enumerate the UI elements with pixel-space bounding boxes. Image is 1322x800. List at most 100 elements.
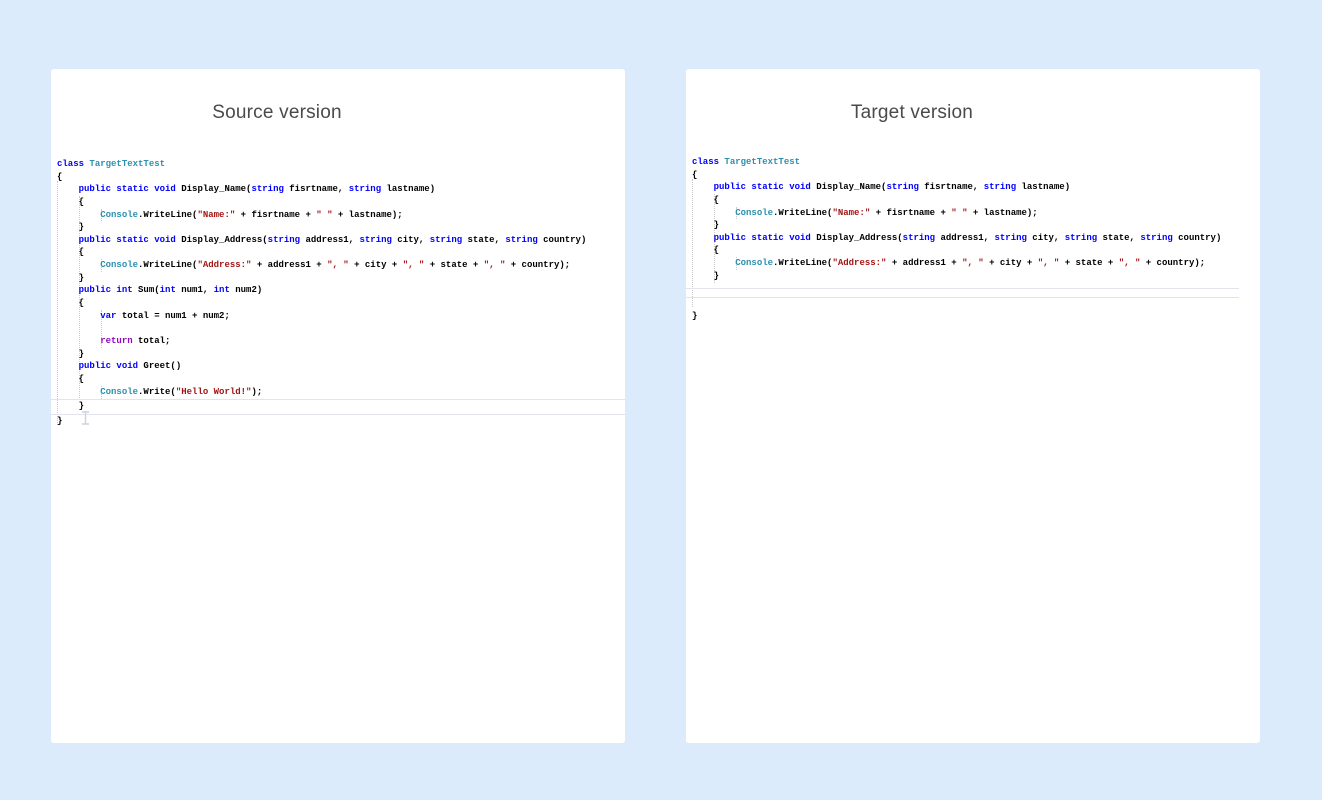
code-token: Console: [100, 210, 138, 220]
code-token: class: [692, 157, 719, 167]
code-token: }: [692, 311, 697, 321]
code-line: }: [692, 219, 1260, 232]
code-token: public: [79, 361, 111, 371]
code-token: {: [692, 170, 697, 180]
code-line: {: [57, 171, 625, 184]
code-token: lastname): [1016, 182, 1070, 192]
code-token: "Hello World!": [176, 387, 252, 397]
code-token: " ": [951, 208, 967, 218]
code-token: [57, 235, 79, 245]
code-token: Sum(: [133, 285, 160, 295]
code-token: static: [116, 235, 148, 245]
code-line: {: [57, 196, 625, 209]
code-token: }: [692, 271, 719, 281]
code-token: void: [154, 235, 176, 245]
code-line: }: [57, 400, 625, 413]
code-token: Console: [100, 260, 138, 270]
code-line: }: [692, 310, 1260, 323]
code-line: public static void Display_Name(string f…: [57, 183, 625, 196]
code-token: + fisrtname +: [235, 210, 316, 220]
code-token: string: [984, 182, 1016, 192]
code-token: Console: [100, 387, 138, 397]
code-token: string: [349, 184, 381, 194]
code-line: [57, 322, 625, 335]
code-token: string: [1065, 233, 1097, 243]
code-token: string: [903, 233, 935, 243]
target-panel-title: Target version: [686, 102, 1138, 124]
code-line: }: [692, 270, 1260, 283]
code-token: {: [692, 245, 719, 255]
code-token: + fisrtname +: [870, 208, 951, 218]
code-token: string: [268, 235, 300, 245]
code-token: num2): [230, 285, 262, 295]
source-code-editor[interactable]: class TargetTextTest{ public static void…: [57, 158, 625, 427]
code-line: class TargetTextTest: [57, 158, 625, 171]
code-token: }: [57, 349, 84, 359]
code-token: city,: [1027, 233, 1065, 243]
code-token: + address1 +: [251, 260, 327, 270]
code-token: string: [251, 184, 283, 194]
code-line: Console.Write("Hello World!");: [57, 386, 625, 399]
code-token: ", ": [962, 258, 984, 268]
code-token: [57, 311, 100, 321]
code-line: public void Greet(): [57, 360, 625, 373]
code-token: int: [160, 285, 176, 295]
code-token: [57, 387, 100, 397]
code-line: public int Sum(int num1, int num2): [57, 284, 625, 297]
diff-gap: [692, 289, 1260, 296]
code-token: fisrtname,: [919, 182, 984, 192]
code-token: + state +: [1059, 258, 1118, 268]
code-line: }: [57, 221, 625, 234]
code-token: }: [57, 273, 84, 283]
code-token: }: [57, 222, 84, 232]
code-token: " ": [316, 210, 332, 220]
text-cursor-icon: [81, 411, 90, 430]
code-token: Display_Address(: [176, 235, 268, 245]
code-token: void: [789, 182, 811, 192]
code-token: static: [751, 182, 783, 192]
code-token: + city +: [349, 260, 403, 270]
code-token: string: [430, 235, 462, 245]
code-line: {: [692, 194, 1260, 207]
code-token: [692, 258, 735, 268]
code-line: }: [57, 415, 625, 428]
target-code-editor[interactable]: class TargetTextTest{ public static void…: [692, 156, 1260, 323]
code-token: public: [79, 184, 111, 194]
code-token: country): [1173, 233, 1222, 243]
code-token: [692, 208, 735, 218]
code-token: country): [538, 235, 587, 245]
code-token: {: [57, 197, 84, 207]
code-token: total = num1 + num2;: [116, 311, 229, 321]
code-token: .WriteLine(: [138, 210, 197, 220]
code-token: int: [214, 285, 230, 295]
code-line: return total;: [57, 335, 625, 348]
source-panel-title: Source version: [51, 102, 503, 124]
code-token: "Address:": [197, 260, 251, 270]
code-token: string: [886, 182, 918, 192]
code-token: }: [692, 220, 719, 230]
code-line: Console.WriteLine("Name:" + fisrtname + …: [692, 207, 1260, 220]
code-token: [57, 184, 79, 194]
code-token: [57, 285, 79, 295]
code-token: void: [154, 184, 176, 194]
code-token: string: [1140, 233, 1172, 243]
code-token: public: [714, 182, 746, 192]
code-token: }: [57, 401, 84, 411]
code-token: var: [100, 311, 116, 321]
code-line: public static void Display_Address(strin…: [57, 234, 625, 247]
code-token: "Address:": [832, 258, 886, 268]
code-line: {: [57, 373, 625, 386]
code-token: public: [714, 233, 746, 243]
code-token: {: [57, 374, 84, 384]
code-token: Console: [735, 208, 773, 218]
code-token: .Write(: [138, 387, 176, 397]
code-token: [57, 260, 100, 270]
code-token: Display_Address(: [811, 233, 903, 243]
code-token: total;: [133, 336, 171, 346]
code-token: address1,: [935, 233, 994, 243]
diff-gap: [692, 298, 1260, 310]
code-line: }: [57, 348, 625, 361]
code-token: static: [751, 233, 783, 243]
code-token: ", ": [1119, 258, 1141, 268]
diff-gap: [692, 282, 1260, 287]
